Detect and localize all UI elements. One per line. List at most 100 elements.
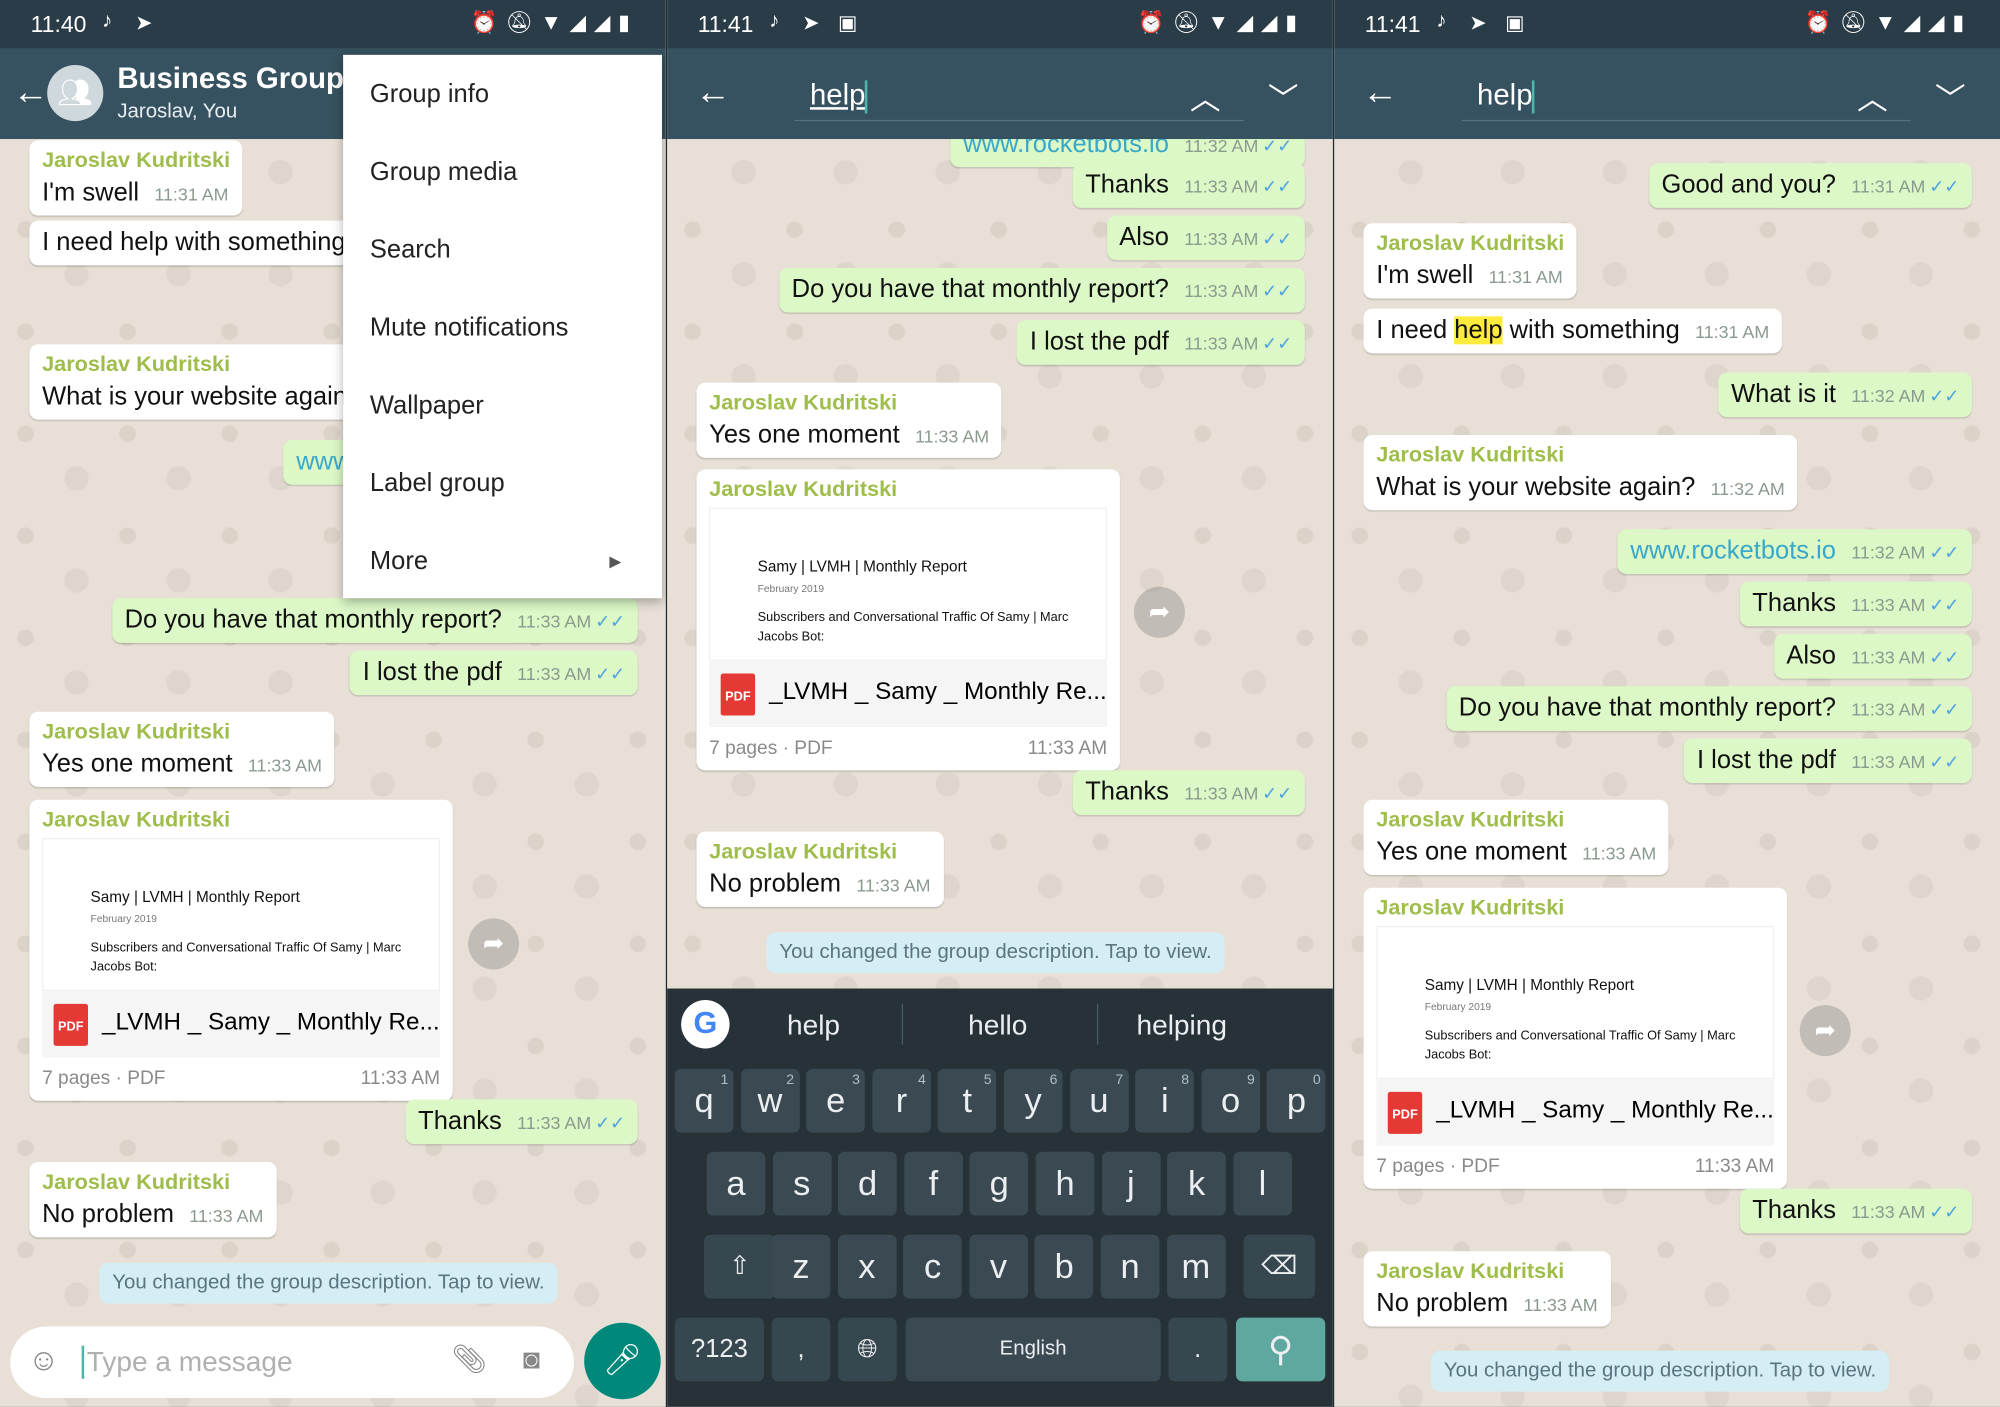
outgoing-message[interactable]: Thanks 11:33 AM ✓✓	[405, 1099, 638, 1145]
key-t[interactable]: t5	[937, 1068, 997, 1133]
key-u[interactable]: u7	[1069, 1068, 1129, 1133]
message-link[interactable]: www.rocketbots.io	[1630, 537, 1836, 565]
outgoing-message[interactable]: Do you have that monthly report? 11:33 AM…	[1446, 686, 1972, 731]
emoji-comma-key[interactable]: ,	[771, 1317, 831, 1382]
outgoing-message[interactable]: Thanks 11:33 AM ✓✓	[1739, 1188, 1972, 1234]
pdf-file-row[interactable]: PDF _LVMH _ Samy _ Monthly Re...	[42, 991, 441, 1058]
message-placeholder[interactable]: Type a message	[81, 1345, 293, 1379]
pdf-file-row[interactable]: PDF _LVMH _ Samy _ Monthly Re...	[1376, 1079, 1775, 1146]
outgoing-message[interactable]: I lost the pdf 11:33 AM ✓✓	[350, 650, 638, 696]
outgoing-message[interactable]: Do you have that monthly report? 11:33 AM…	[111, 598, 638, 643]
period-key[interactable]: .	[1168, 1317, 1228, 1382]
backspace-key[interactable]: ⌫	[1243, 1234, 1316, 1299]
system-message[interactable]: You changed the group description. Tap t…	[1431, 1350, 1889, 1392]
incoming-message[interactable]: Jaroslav Kudritski No problem 11:33 AM	[29, 1161, 277, 1238]
back-arrow-icon[interactable]: ←	[1362, 71, 1398, 112]
key-q[interactable]: q1	[674, 1068, 734, 1133]
incoming-message[interactable]: Jaroslav Kudritski Yes one moment 11:33 AM	[1363, 799, 1669, 875]
incoming-message[interactable]: Jaroslav Kudritski What is your website a…	[1363, 434, 1798, 511]
key-o[interactable]: o9	[1201, 1068, 1260, 1133]
outgoing-message[interactable]: I lost the pdf 11:33 AM ✓✓	[1017, 320, 1305, 365]
menu-item-search[interactable]: Search	[343, 210, 662, 288]
pdf-preview[interactable]: Samy | LVMH | Monthly Report February 201…	[709, 507, 1108, 661]
key-k[interactable]: k	[1167, 1151, 1227, 1216]
forward-button[interactable]: ➦	[1133, 586, 1185, 638]
message-input[interactable]: ☺ Type a message 📎︎ ◙	[10, 1326, 574, 1398]
pdf-message[interactable]: Jaroslav Kudritski Samy | LVMH | Monthly …	[29, 799, 453, 1101]
chevron-down-icon[interactable]: ﹀	[1268, 74, 1299, 119]
outgoing-message[interactable]: Also 11:33 AM ✓✓	[1773, 633, 1972, 679]
pdf-file-row[interactable]: PDF _LVMH _ Samy _ Monthly Re...	[709, 660, 1108, 728]
back-arrow-icon[interactable]: ←	[695, 71, 731, 112]
search-key[interactable]: ⚲	[1235, 1317, 1326, 1382]
key-i[interactable]: i8	[1135, 1068, 1195, 1133]
outgoing-message[interactable]: Thanks 11:33 AM ✓✓	[1739, 581, 1972, 627]
key-n[interactable]: n	[1100, 1234, 1160, 1299]
key-f[interactable]: f	[904, 1151, 963, 1216]
key-b[interactable]: b	[1034, 1234, 1094, 1299]
chevron-up-icon[interactable]: ︿	[1190, 74, 1221, 119]
forward-button[interactable]: ➦	[468, 918, 520, 970]
menu-item-group-info[interactable]: Group info	[343, 55, 662, 133]
outgoing-message[interactable]: Also 11:33 AM ✓✓	[1106, 215, 1305, 261]
outgoing-message[interactable]: I lost the pdf 11:33 AM ✓✓	[1684, 738, 1972, 784]
menu-item-group-media[interactable]: Group media	[343, 133, 662, 211]
attach-icon[interactable]: 📎︎	[452, 1343, 488, 1376]
incoming-message[interactable]: I need help with something 11:31 AM	[1363, 308, 1782, 354]
search-input[interactable]: help	[1461, 71, 1911, 122]
incoming-message[interactable]: Jaroslav Kudritski Yes one moment 11:33 AM	[29, 711, 335, 787]
menu-item-wallpaper[interactable]: Wallpaper	[343, 366, 662, 444]
space-key[interactable]: English	[905, 1317, 1161, 1382]
system-message[interactable]: You changed the group description. Tap t…	[766, 932, 1225, 974]
group-title[interactable]: Business Group	[117, 61, 344, 95]
shift-key[interactable]: ⇧	[704, 1234, 776, 1299]
incoming-message[interactable]: Jaroslav Kudritski No problem 11:33 AM	[696, 831, 944, 907]
incoming-message[interactable]: Jaroslav Kudritski No problem 11:33 AM	[1363, 1251, 1611, 1327]
key-e[interactable]: e3	[806, 1068, 866, 1133]
emoji-icon[interactable]: ☺	[28, 1343, 59, 1379]
menu-item-label-group[interactable]: Label group	[343, 444, 662, 522]
search-input[interactable]: help	[794, 71, 1244, 122]
key-a[interactable]: a	[706, 1151, 766, 1216]
system-message[interactable]: You changed the group description. Tap t…	[99, 1262, 558, 1304]
key-s[interactable]: s	[772, 1151, 832, 1216]
key-m[interactable]: m	[1166, 1234, 1226, 1299]
outgoing-message[interactable]: Thanks 11:33 AM ✓✓	[1072, 163, 1305, 208]
pdf-message[interactable]: Jaroslav Kudritski Samy | LVMH | Monthly …	[696, 469, 1120, 771]
suggestion-helping[interactable]: helping	[1136, 1009, 1227, 1042]
suggestion-hello[interactable]: hello	[968, 1009, 1027, 1042]
suggestion-help[interactable]: help	[787, 1009, 840, 1042]
incoming-message[interactable]: Jaroslav Kudritski I'm swell 11:31 AM	[1363, 223, 1578, 299]
group-avatar[interactable]: 👥︎	[47, 65, 104, 122]
outgoing-message[interactable]: Good and you? 11:31 AM ✓✓	[1648, 163, 1972, 208]
pdf-preview[interactable]: Samy | LVMH | Monthly Report February 201…	[1376, 926, 1775, 1080]
key-l[interactable]: l	[1233, 1151, 1292, 1216]
camera-icon[interactable]: ◙	[523, 1343, 540, 1376]
incoming-message[interactable]: Jaroslav Kudritski Yes one moment 11:33 AM	[696, 382, 1002, 458]
globe-icon[interactable]: 🌐︎	[838, 1317, 897, 1382]
forward-button[interactable]: ➦	[1799, 1005, 1851, 1057]
pdf-preview[interactable]: Samy | LVMH | Monthly Report February 201…	[42, 838, 441, 992]
key-v[interactable]: v	[969, 1234, 1028, 1299]
key-j[interactable]: j	[1101, 1151, 1161, 1216]
key-d[interactable]: d	[838, 1151, 897, 1216]
outgoing-message[interactable]: Thanks 11:33 AM ✓✓	[1072, 770, 1305, 816]
outgoing-message[interactable]: www.rocketbots.io 11:32 AM✓✓	[1617, 529, 1972, 574]
pdf-message[interactable]: Jaroslav Kudritski Samy | LVMH | Monthly …	[1363, 887, 1787, 1189]
key-g[interactable]: g	[969, 1151, 1029, 1216]
key-c[interactable]: c	[903, 1234, 962, 1299]
menu-item-more[interactable]: More ▶	[343, 522, 662, 600]
chevron-up-icon[interactable]: ︿	[1857, 74, 1888, 119]
key-h[interactable]: h	[1035, 1151, 1095, 1216]
mic-button[interactable]: 🎤︎	[584, 1322, 661, 1400]
outgoing-message[interactable]: What is it 11:32 AM ✓✓	[1718, 372, 1972, 418]
incoming-message[interactable]: Jaroslav Kudritski I'm swell 11:31 AM	[29, 140, 243, 216]
key-w[interactable]: w2	[740, 1068, 800, 1133]
symbols-key[interactable]: ?123	[674, 1317, 765, 1382]
google-icon[interactable]: G	[681, 999, 730, 1049]
key-r[interactable]: r4	[872, 1068, 931, 1133]
key-y[interactable]: y6	[1003, 1068, 1063, 1133]
menu-item-mute-notifications[interactable]: Mute notifications	[343, 288, 662, 366]
key-p[interactable]: p0	[1267, 1068, 1326, 1133]
key-z[interactable]: z	[771, 1234, 831, 1299]
